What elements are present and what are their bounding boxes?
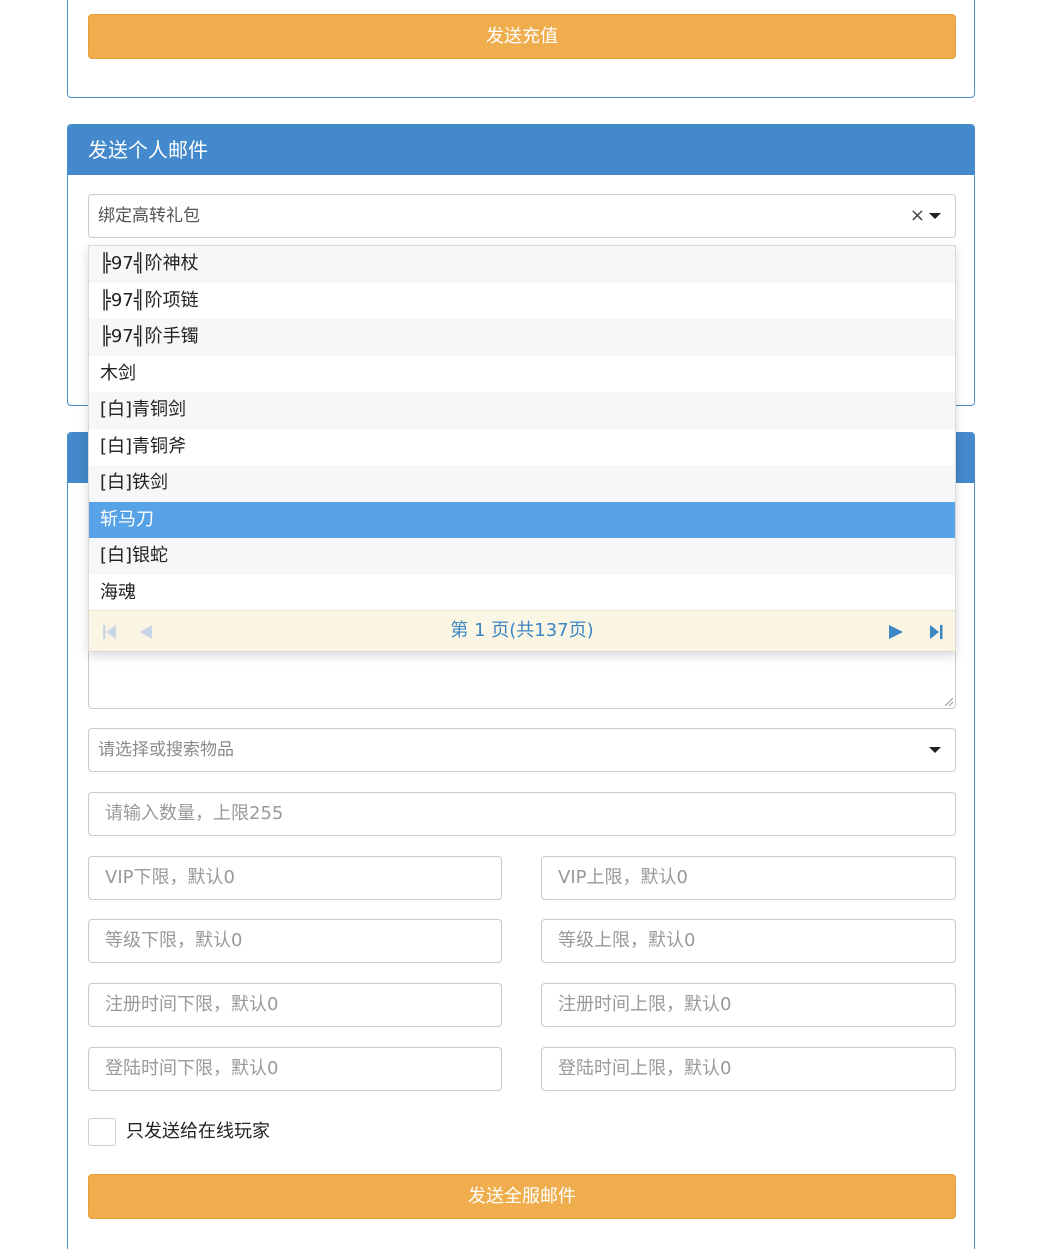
chevron-down-icon[interactable]: [929, 747, 941, 753]
level-min-input[interactable]: 等级下限，默认0: [88, 919, 502, 963]
dropdown-item[interactable]: [白]银蛇: [89, 538, 955, 575]
vip-min-input[interactable]: VIP下限，默认0: [88, 856, 502, 900]
chevron-down-icon[interactable]: [929, 213, 941, 219]
dropdown-item[interactable]: [白]铁剑: [89, 465, 955, 502]
pager-info: 第 1 页(共137页): [450, 620, 594, 641]
dropdown-item[interactable]: 木剑: [89, 356, 955, 393]
recharge-panel: 发送充值: [67, 0, 975, 98]
last-page-icon[interactable]: [929, 624, 943, 640]
gift-select[interactable]: 绑定高转礼包 ×: [88, 194, 956, 238]
login-time-min-input[interactable]: 登陆时间下限，默认0: [88, 1047, 502, 1091]
online-only-checkbox[interactable]: [88, 1118, 116, 1146]
send-all-mail-button[interactable]: 发送全服邮件: [88, 1174, 956, 1219]
dropdown-item-highlighted[interactable]: 斩马刀: [89, 501, 955, 538]
next-page-icon[interactable]: [888, 624, 904, 640]
level-max-input[interactable]: 等级上限，默认0: [541, 919, 956, 963]
dropdown-pager: 第 1 页(共137页): [89, 610, 955, 651]
dropdown-item[interactable]: ╠97╣阶手镯: [89, 319, 955, 356]
gift-select-value: 绑定高转礼包: [98, 206, 200, 226]
register-time-min-input[interactable]: 注册时间下限，默认0: [88, 983, 502, 1027]
dropdown-item[interactable]: [白]青铜剑: [89, 392, 955, 429]
dropdown-item[interactable]: ╠97╣阶神杖: [89, 246, 955, 283]
item-select-placeholder: 请选择或搜索物品: [98, 740, 234, 760]
dropdown-item[interactable]: [白]青铜斧: [89, 429, 955, 466]
send-recharge-button[interactable]: 发送充值: [88, 14, 956, 59]
vip-max-input[interactable]: VIP上限，默认0: [541, 856, 956, 900]
quantity-input[interactable]: 请输入数量，上限255: [88, 792, 956, 836]
mail-content-textarea[interactable]: [88, 650, 956, 709]
panel-title: 发送个人邮件: [68, 125, 974, 175]
clear-icon[interactable]: ×: [910, 195, 925, 237]
item-select[interactable]: 请选择或搜索物品: [88, 728, 956, 772]
login-time-max-input[interactable]: 登陆时间上限，默认0: [541, 1047, 956, 1091]
resize-handle-icon[interactable]: [945, 698, 953, 706]
item-dropdown: ╠97╣阶神杖 ╠97╣阶项链 ╠97╣阶手镯 木剑 [白]青铜剑 [白]青铜斧…: [88, 245, 956, 652]
page: 发送充值 发送个人邮件 绑定高转礼包 × ╠97╣阶神杖 ╠97╣阶项链 ╠97…: [0, 0, 1038, 1249]
register-time-max-input[interactable]: 注册时间上限，默认0: [541, 983, 956, 1027]
online-only-label: 只发送给在线玩家: [126, 1121, 270, 1142]
dropdown-item[interactable]: 海魂: [89, 575, 955, 612]
dropdown-item[interactable]: ╠97╣阶项链: [89, 283, 955, 320]
